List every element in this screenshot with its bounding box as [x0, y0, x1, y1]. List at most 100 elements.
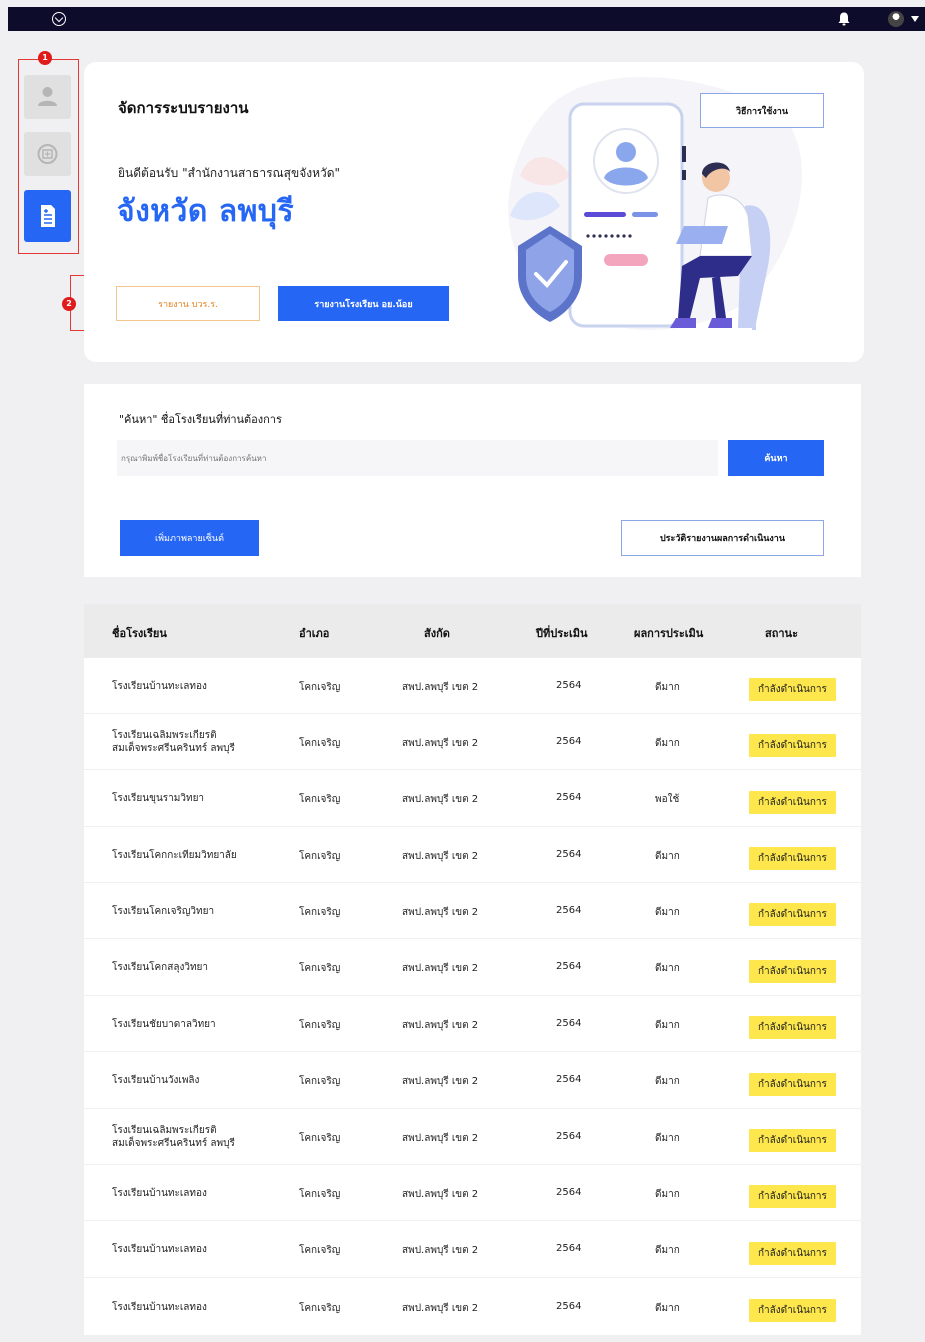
cell-result: ดีมาก — [655, 1189, 680, 1200]
annotation-badge-1: 1 — [38, 51, 52, 65]
status-badge: กำลังดำเนินการ — [749, 1242, 836, 1265]
table-row[interactable]: โรงเรียนเฉลิมพระเกียรติ สมเด็จพระศรีนคริ… — [84, 1109, 861, 1165]
cell-district: โคกเจริญ — [299, 794, 341, 805]
cell-result: ดีมาก — [655, 1020, 680, 1031]
search-button[interactable]: ค้นหา — [728, 440, 824, 476]
top-navbar — [8, 7, 925, 31]
cell-school-name: โรงเรียนบ้านทะเลทอง — [112, 1302, 207, 1313]
table-row[interactable]: โรงเรียนโคกเจริญวิทยา โคกเจริญ สพป.ลพบุรี … — [84, 883, 861, 939]
table-body: โรงเรียนบ้านทะเลทอง โคกเจริญ สพป.ลพบุรี เข… — [84, 658, 861, 1336]
chevron-down-icon[interactable] — [911, 16, 919, 22]
table-row[interactable]: โรงเรียนบ้านทะเลทอง โคกเจริญ สพป.ลพบุรี เข… — [84, 1221, 861, 1278]
cell-district: โคกเจริญ — [299, 682, 341, 693]
cell-district: โคกเจริญ — [299, 907, 341, 918]
cell-result: ดีมาก — [655, 1133, 680, 1144]
add-logo-button[interactable]: เพิ่มภาพลายเซ็นต์ — [120, 520, 259, 556]
table-row[interactable]: โรงเรียนโคกสลุงวิทยา โคกเจริญ สพป.ลพบุรี เ… — [84, 939, 861, 996]
table-row[interactable]: โรงเรียนบ้านทะเลทอง โคกเจริญ สพป.ลพบุรี เข… — [84, 1165, 861, 1221]
cell-result: ดีมาก — [655, 1076, 680, 1087]
leaf-logo-icon[interactable] — [52, 12, 66, 26]
cell-school-name: โรงเรียนโคกสลุงวิทยา — [112, 962, 209, 973]
cell-district: โคกเจริญ — [299, 1303, 341, 1314]
cell-year: 2564 — [556, 1018, 582, 1029]
cell-year: 2564 — [556, 792, 582, 803]
cell-result: ดีมาก — [655, 963, 680, 974]
cell-year: 2564 — [556, 961, 582, 972]
search-label: "ค้นหา" ชื่อโรงเรียนที่ท่านต้องการ — [119, 413, 282, 426]
cell-school-name: โรงเรียนโคกเจริญวิทยา — [112, 906, 215, 917]
cell-school-name: โรงเรียนบ้านทะเลทอง — [112, 1188, 207, 1199]
cell-district: โคกเจริญ — [299, 1245, 341, 1256]
status-badge: กำลังดำเนินการ — [749, 1185, 836, 1208]
table-row[interactable]: โรงเรียนชัยบาดาลวิทยา โคกเจริญ สพป.ลพบุรี … — [84, 996, 861, 1052]
table-row[interactable]: โรงเรียนขุนรามวิทยา โคกเจริญ สพป.ลพบุรี เข… — [84, 770, 861, 827]
header-result: ผลการประเมิน — [634, 627, 704, 640]
search-input[interactable] — [117, 440, 718, 476]
cell-school-name: โรงเรียนเฉลิมพระเกียรติ สมเด็จพระศรีนคริ… — [112, 730, 235, 754]
table-row[interactable]: โรงเรียนบ้านทะเลทอง โคกเจริญ สพป.ลพบุรี เข… — [84, 1278, 861, 1336]
header-district: อำเภอ — [299, 627, 330, 640]
status-badge: กำลังดำเนินการ — [749, 1129, 836, 1152]
cell-affiliation: สพป.ลพบุรี เขต 2 — [402, 738, 479, 749]
status-badge: กำลังดำเนินการ — [749, 1299, 836, 1322]
annotation-box-1 — [18, 59, 79, 254]
cell-school-name: โรงเรียนบ้านทะเลทอง — [112, 1244, 207, 1255]
cell-year: 2564 — [556, 1243, 582, 1254]
table-row[interactable]: โรงเรียนเฉลิมพระเกียรติ สมเด็จพระศรีนคริ… — [84, 714, 861, 770]
cell-affiliation: สพป.ลพบุรี เขต 2 — [402, 907, 479, 918]
guide-button[interactable]: วิธีการใช้งาน — [700, 93, 824, 128]
history-button[interactable]: ประวัติรายงานผลการดำเนินงาน — [621, 520, 824, 556]
cell-year: 2564 — [556, 905, 582, 916]
annotation-badge-2: 2 — [62, 297, 76, 311]
cell-affiliation: สพป.ลพบุรี เขต 2 — [402, 1133, 479, 1144]
report-school-button[interactable]: รายงานโรงเรียน อย.น้อย — [278, 286, 449, 321]
cell-result: ดีมาก — [655, 851, 680, 862]
cell-district: โคกเจริญ — [299, 1020, 341, 1031]
header-affiliation: สังกัด — [424, 627, 450, 640]
cell-district: โคกเจริญ — [299, 1133, 341, 1144]
status-badge: กำลังดำเนินการ — [749, 1016, 836, 1039]
header-year: ปีที่ประเมิน — [536, 627, 588, 640]
cell-district: โคกเจริญ — [299, 1076, 341, 1087]
cell-result: พอใช้ — [655, 794, 680, 805]
cell-affiliation: สพป.ลพบุรี เขต 2 — [402, 1076, 479, 1087]
cell-year: 2564 — [556, 680, 582, 691]
cell-result: ดีมาก — [655, 1245, 680, 1256]
school-table: ชื่อโรงเรียน อำเภอ สังกัด ปีที่ประเมิน ผ… — [84, 604, 861, 1336]
cell-result: ดีมาก — [655, 1303, 680, 1314]
cell-affiliation: สพป.ลพบุรี เขต 2 — [402, 963, 479, 974]
cell-school-name: โรงเรียนขุนรามวิทยา — [112, 793, 205, 804]
page-subtitle: จัดการระบบรายงาน — [118, 99, 249, 117]
status-badge: กำลังดำเนินการ — [749, 791, 836, 814]
cell-year: 2564 — [556, 1131, 582, 1142]
cell-affiliation: สพป.ลพบุรี เขต 2 — [402, 682, 479, 693]
table-row[interactable]: โรงเรียนบ้านวังเพลิง โคกเจริญ สพป.ลพบุรี เ… — [84, 1052, 861, 1109]
cell-year: 2564 — [556, 1187, 582, 1198]
cell-school-name: โรงเรียนโคกกะเทียมวิทยาลัย — [112, 850, 237, 861]
cell-affiliation: สพป.ลพบุรี เขต 2 — [402, 1245, 479, 1256]
status-badge: กำลังดำเนินการ — [749, 734, 836, 757]
cell-affiliation: สพป.ลพบุรี เขต 2 — [402, 1020, 479, 1031]
cell-result: ดีมาก — [655, 682, 680, 693]
cell-result: ดีมาก — [655, 907, 680, 918]
status-badge: กำลังดำเนินการ — [749, 847, 836, 870]
cell-year: 2564 — [556, 736, 582, 747]
status-badge: กำลังดำเนินการ — [749, 678, 836, 701]
cell-year: 2564 — [556, 1301, 582, 1312]
bell-icon[interactable] — [838, 12, 850, 26]
cell-affiliation: สพป.ลพบุรี เขต 2 — [402, 851, 479, 862]
cell-year: 2564 — [556, 849, 582, 860]
cell-affiliation: สพป.ลพบุรี เขต 2 — [402, 1189, 479, 1200]
user-avatar-icon[interactable] — [888, 11, 904, 27]
cell-affiliation: สพป.ลพบุรี เขต 2 — [402, 1303, 479, 1314]
header-school-name: ชื่อโรงเรียน — [112, 627, 167, 640]
cell-school-name: โรงเรียนเฉลิมพระเกียรติ สมเด็จพระศรีนคริ… — [112, 1125, 235, 1149]
report-vorsor-button[interactable]: รายงาน บวร.ร. — [116, 286, 260, 321]
cell-district: โคกเจริญ — [299, 851, 341, 862]
cell-district: โคกเจริญ — [299, 963, 341, 974]
cell-affiliation: สพป.ลพบุรี เขต 2 — [402, 794, 479, 805]
table-row[interactable]: โรงเรียนโคกกะเทียมวิทยาลัย โคกเจริญ สพป.ลพ… — [84, 827, 861, 883]
cell-result: ดีมาก — [655, 738, 680, 749]
header-status: สถานะ — [765, 627, 798, 640]
table-row[interactable]: โรงเรียนบ้านทะเลทอง โคกเจริญ สพป.ลพบุรี เข… — [84, 658, 861, 714]
